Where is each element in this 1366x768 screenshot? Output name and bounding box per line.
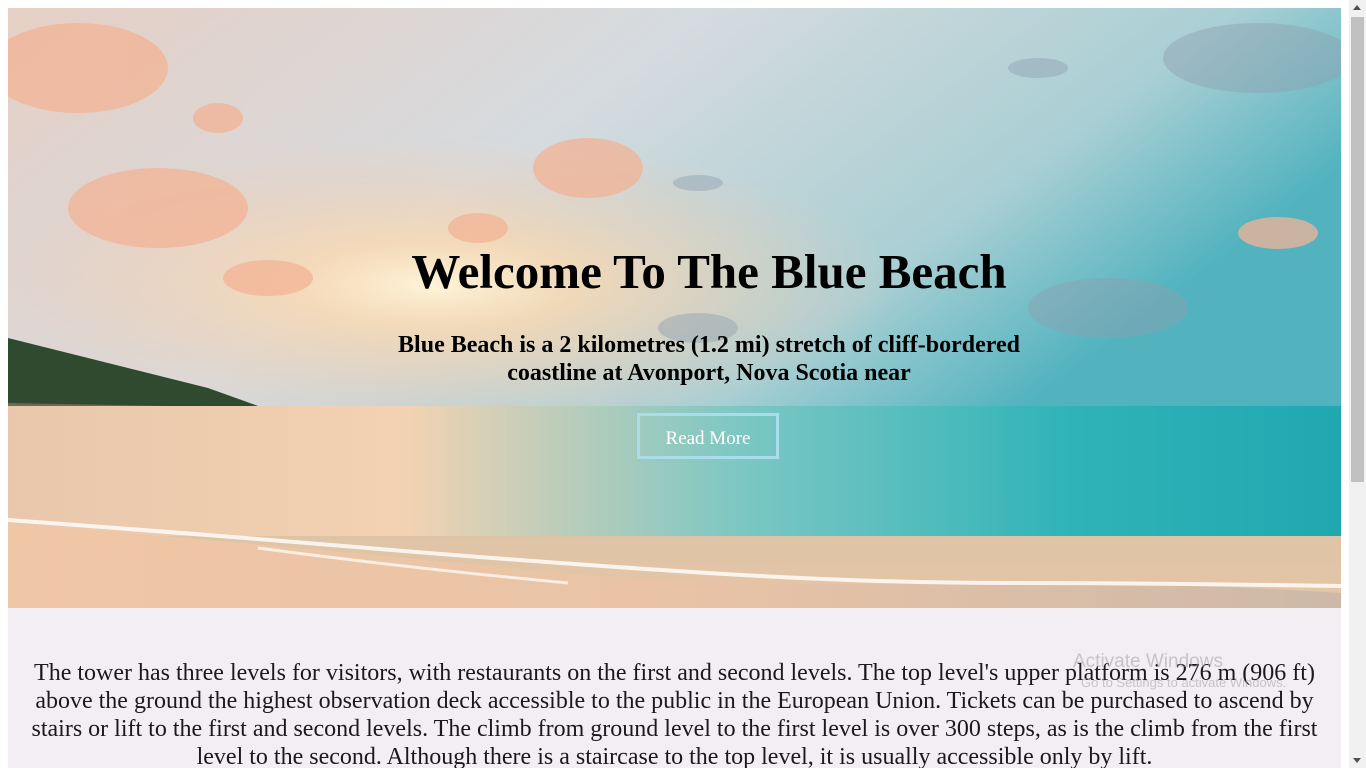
read-more-button[interactable]: Read More (637, 413, 779, 459)
watermark-subtitle: Go to Settings to activate Windows. (1081, 675, 1287, 690)
hero-content: Welcome To The Blue Beach Blue Beach is … (8, 8, 1341, 608)
hero-subtitle: Blue Beach is a 2 kilometres (1.2 mi) st… (398, 332, 1020, 386)
vertical-scrollbar[interactable] (1349, 0, 1366, 768)
scrollbar-thumb[interactable] (1351, 17, 1364, 482)
activate-windows-watermark: Activate Windows Go to Settings to activ… (1073, 650, 1286, 692)
hero-title: Welcome To The Blue Beach (411, 244, 1007, 299)
scroll-up-arrow-icon[interactable] (1353, 5, 1361, 10)
scroll-down-arrow-icon[interactable] (1353, 758, 1361, 763)
hero-section: Welcome To The Blue Beach Blue Beach is … (8, 8, 1341, 608)
watermark-title: Activate Windows (1073, 651, 1223, 672)
